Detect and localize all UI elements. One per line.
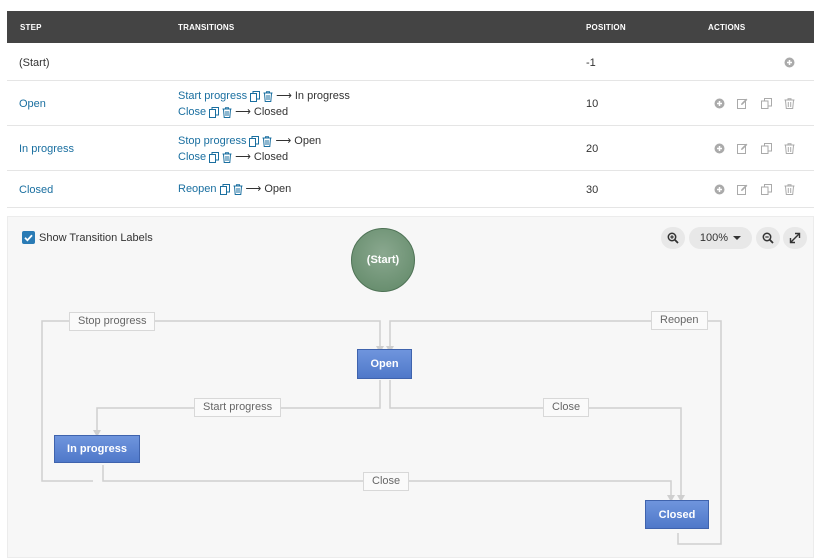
trash-icon[interactable] [233, 183, 243, 195]
show-labels-checkbox[interactable] [22, 231, 35, 244]
workflow-diagram: Show Transition Labels 100% (Start) Open… [7, 216, 814, 558]
transition-destination: Closed [253, 106, 289, 118]
transition-label-stop-progress[interactable]: Stop progress [69, 312, 156, 331]
edit-icon[interactable] [737, 143, 748, 154]
transition-destination: Closed [253, 151, 289, 163]
copy-icon[interactable] [209, 151, 220, 163]
trash-icon[interactable] [263, 90, 273, 102]
step-position: -1 [586, 57, 596, 69]
copy-icon[interactable] [219, 183, 230, 195]
node-start[interactable]: (Start) [351, 228, 415, 292]
transition-destination: Open [294, 135, 322, 147]
node-open[interactable]: Open [357, 349, 412, 379]
step-name-link[interactable]: Open [19, 98, 46, 110]
trash-icon[interactable] [222, 151, 232, 163]
trash-icon[interactable] [222, 106, 232, 118]
add-transition-icon[interactable] [714, 98, 725, 109]
arrow-icon: ⟶ [276, 90, 292, 102]
transition-item: Reopen ⟶ Open [178, 181, 291, 197]
copy-icon[interactable] [250, 90, 261, 102]
edit-icon[interactable] [737, 98, 748, 109]
step-name-link[interactable]: Closed [19, 184, 53, 196]
edge-close-open [389, 380, 682, 495]
transition-link[interactable]: Reopen [178, 181, 217, 197]
transition-link[interactable]: Start progress [178, 88, 247, 104]
step-position: 10 [586, 98, 599, 110]
step-position: 20 [586, 143, 599, 155]
table-header: Step Transitions Position Actions [7, 11, 814, 43]
transition-label-close-open[interactable]: Close [543, 398, 590, 417]
copy-icon[interactable] [209, 106, 220, 118]
arrow-icon: ⟶ [275, 135, 292, 147]
zoom-out-button[interactable] [756, 227, 780, 249]
transition-item: Stop progress ⟶ Open [178, 133, 321, 149]
table-row: Open Start progress ⟶ In progress Close … [7, 81, 814, 126]
step-name-link[interactable]: In progress [19, 143, 74, 155]
copy-icon[interactable] [761, 98, 772, 109]
check-icon [24, 234, 33, 242]
zoom-level-value: 100% [699, 232, 729, 244]
transition-destination: In progress [294, 90, 350, 102]
column-header-transitions: Transitions [178, 23, 235, 32]
arrow-icon: ⟶ [235, 151, 251, 163]
transitions-cell: Reopen ⟶ Open [178, 181, 291, 197]
column-header-position: Position [586, 23, 626, 32]
table-row: Closed Reopen ⟶ Open 30 [7, 171, 814, 208]
transition-link[interactable]: Close [178, 104, 206, 120]
trash-icon[interactable] [262, 135, 272, 147]
caret-down-icon [733, 236, 742, 240]
copy-icon[interactable] [249, 135, 260, 147]
trash-icon[interactable] [784, 184, 795, 195]
copy-icon[interactable] [761, 143, 772, 154]
workflow-steps-table: Step Transitions Position Actions (Start… [7, 11, 814, 208]
transition-item: Close ⟶ Closed [178, 104, 350, 120]
table-row: (Start) -1 [7, 43, 814, 81]
copy-icon[interactable] [761, 184, 772, 195]
transition-item: Close ⟶ Closed [178, 149, 321, 165]
transition-destination: Open [264, 183, 292, 195]
node-in-progress[interactable]: In progress [54, 435, 140, 463]
arrow-icon: ⟶ [235, 106, 251, 118]
transition-label-start-progress[interactable]: Start progress [194, 398, 282, 417]
step-name: (Start) [19, 57, 50, 69]
transition-label-close-in-progress[interactable]: Close [363, 472, 410, 491]
trash-icon[interactable] [784, 143, 795, 154]
zoom-out-icon [762, 232, 774, 244]
edit-icon[interactable] [737, 184, 748, 195]
node-closed[interactable]: Closed [645, 500, 709, 529]
fullscreen-button[interactable] [783, 227, 807, 249]
column-header-actions: Actions [708, 23, 746, 32]
zoom-in-icon [667, 232, 679, 244]
table-row: In progress Stop progress ⟶ Open Close ⟶… [7, 126, 814, 171]
transition-link[interactable]: Stop progress [178, 133, 246, 149]
transitions-cell: Start progress ⟶ In progress Close ⟶ Clo… [178, 88, 350, 120]
step-position: 30 [586, 184, 599, 196]
trash-icon[interactable] [784, 98, 795, 109]
transitions-cell: Stop progress ⟶ Open Close ⟶ Closed [178, 133, 321, 165]
transition-label-reopen[interactable]: Reopen [651, 311, 708, 330]
zoom-in-button[interactable] [661, 227, 685, 249]
zoom-level-select[interactable]: 100% [689, 227, 752, 249]
add-transition-icon[interactable] [714, 143, 725, 154]
expand-icon [789, 232, 801, 244]
arrow-icon: ⟶ [245, 183, 262, 195]
add-transition-icon[interactable] [784, 57, 795, 68]
transition-item: Start progress ⟶ In progress [178, 88, 350, 104]
column-header-step: Step [20, 23, 42, 32]
add-transition-icon[interactable] [714, 184, 725, 195]
transition-link[interactable]: Close [178, 149, 206, 165]
show-labels-text[interactable]: Show Transition Labels [39, 232, 153, 244]
